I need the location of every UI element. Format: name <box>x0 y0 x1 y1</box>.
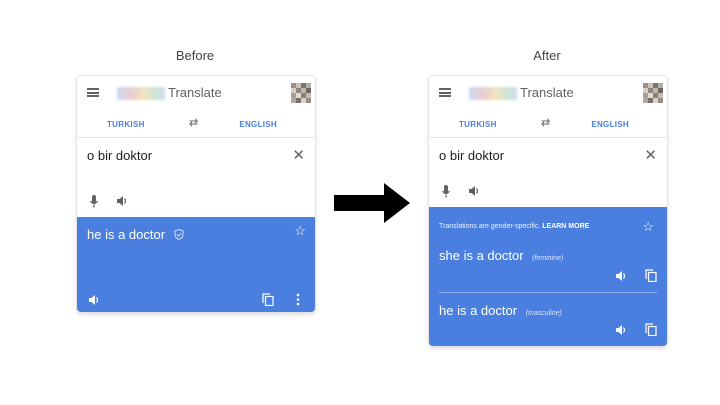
source-text-input[interactable]: o bir doktor <box>87 148 152 163</box>
star-icon[interactable]: ☆ <box>294 223 306 239</box>
translation-text: she is a doctor <box>439 248 524 263</box>
arrow-icon <box>334 183 410 223</box>
speaker-icon[interactable] <box>614 323 628 337</box>
translation-masculine: he is a doctor (masculine) <box>439 303 562 318</box>
app-title: Translate <box>168 85 222 100</box>
speaker-icon[interactable] <box>467 184 481 198</box>
swap-icon[interactable]: ⇄ <box>541 116 550 129</box>
target-language-button[interactable]: ENGLISH <box>591 120 629 129</box>
before-heading: Before <box>175 48 215 63</box>
swap-icon[interactable]: ⇄ <box>189 116 198 129</box>
target-language-button[interactable]: ENGLISH <box>239 120 277 129</box>
close-icon[interactable]: ✕ <box>644 146 657 164</box>
app-bar: Translate <box>429 76 667 110</box>
copy-icon[interactable] <box>645 323 657 336</box>
gender-label: (feminine) <box>532 255 564 262</box>
language-bar: TURKISH ⇄ ENGLISH <box>77 110 315 138</box>
divider <box>439 292 657 293</box>
star-icon[interactable]: ☆ <box>642 219 654 235</box>
speaker-icon[interactable] <box>614 269 628 283</box>
gender-notice-text: Translations are gender-specific. <box>439 223 541 230</box>
speaker-icon[interactable] <box>87 293 101 307</box>
app-logo <box>469 87 517 100</box>
menu-icon[interactable] <box>439 88 451 97</box>
source-language-button[interactable]: TURKISH <box>459 120 497 129</box>
gender-notice: Translations are gender-specific. LEARN … <box>439 223 589 230</box>
copy-icon[interactable] <box>645 269 657 282</box>
mic-icon[interactable] <box>441 184 451 200</box>
source-text-input[interactable]: o bir doktor <box>439 148 504 163</box>
app-title: Translate <box>520 85 574 100</box>
after-heading: After <box>533 48 561 63</box>
language-bar: TURKISH ⇄ ENGLISH <box>429 110 667 138</box>
app-logo <box>117 87 165 100</box>
speaker-icon[interactable] <box>115 194 129 208</box>
avatar[interactable] <box>291 83 311 103</box>
mic-icon[interactable] <box>89 194 99 210</box>
close-icon[interactable]: ✕ <box>292 146 305 164</box>
translation-feminine: she is a doctor (feminine) <box>439 248 563 263</box>
app-bar: Translate <box>77 76 315 110</box>
source-language-button[interactable]: TURKISH <box>107 120 145 129</box>
menu-icon[interactable] <box>87 88 99 97</box>
translation-text: he is a doctor <box>87 227 166 242</box>
translation-text: he is a doctor <box>439 303 518 318</box>
translation-pane: he is a doctor ☆ <box>77 217 315 312</box>
more-vert-icon[interactable] <box>296 293 300 306</box>
after-translate-card: Translate TURKISH ⇄ ENGLISH o bir doktor… <box>429 76 667 346</box>
avatar[interactable] <box>643 83 663 103</box>
before-translate-card: Translate TURKISH ⇄ ENGLISH o bir doktor… <box>77 76 315 312</box>
learn-more-link[interactable]: LEARN MORE <box>542 223 589 230</box>
gender-label: (masculine) <box>525 310 562 317</box>
copy-icon[interactable] <box>262 293 274 306</box>
translation-pane: Translations are gender-specific. LEARN … <box>429 207 667 346</box>
shield-check-icon <box>174 229 184 240</box>
